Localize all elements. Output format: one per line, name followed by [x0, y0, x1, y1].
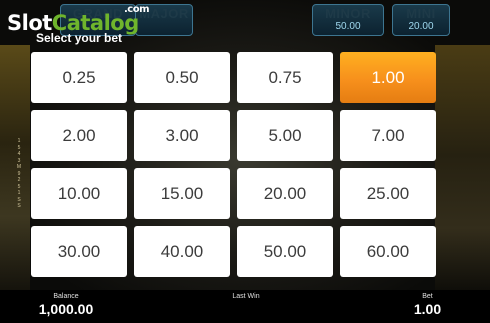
bet-option-selected[interactable]: 1.00	[340, 52, 436, 103]
balance-display: Balance 1,000.00	[30, 292, 102, 317]
bet-option[interactable]: 5.00	[237, 110, 333, 161]
balance-value: 1,000.00	[38, 301, 94, 317]
bet-display: Bet 1.00	[405, 292, 450, 317]
jackpot-label: MINOR	[325, 6, 371, 21]
bet-option[interactable]: 20.00	[237, 168, 333, 219]
jackpot-mini: MINI 20.00	[392, 4, 450, 36]
balance-label: Balance	[53, 293, 79, 300]
last-win-display: Last Win	[216, 292, 276, 301]
select-bet-title: Select your bet	[36, 31, 123, 45]
bet-option[interactable]: 25.00	[340, 168, 436, 219]
bet-option[interactable]: 0.25	[31, 52, 127, 103]
bet-option[interactable]: 7.00	[340, 110, 436, 161]
bet-options-grid: 0.25 0.50 0.75 1.00 2.00 3.00 5.00 7.00 10.00 15.…	[31, 52, 438, 278]
bet-option[interactable]: 30.00	[31, 226, 127, 277]
paylines-scale: 1543M9251SS	[16, 138, 22, 209]
reel-frame-right	[435, 45, 490, 290]
bet-label: Bet	[422, 293, 433, 300]
jackpot-value: 50.00	[335, 21, 361, 32]
jackpot-minor: MINOR 50.00	[312, 4, 384, 36]
jackpot-label: MINI	[406, 6, 436, 21]
bet-value: 1.00	[413, 301, 442, 317]
bet-option[interactable]: 0.50	[134, 52, 230, 103]
bet-option[interactable]: 50.00	[237, 226, 333, 277]
bet-option[interactable]: 60.00	[340, 226, 436, 277]
bet-option[interactable]: 40.00	[134, 226, 230, 277]
bet-option[interactable]: 15.00	[134, 168, 230, 219]
bet-option[interactable]: 10.00	[31, 168, 127, 219]
bet-option[interactable]: 3.00	[134, 110, 230, 161]
bet-option[interactable]: 2.00	[31, 110, 127, 161]
bet-option[interactable]: 0.75	[237, 52, 333, 103]
last-win-label: Last Win	[232, 293, 260, 300]
jackpot-value: 20.00	[408, 21, 434, 32]
